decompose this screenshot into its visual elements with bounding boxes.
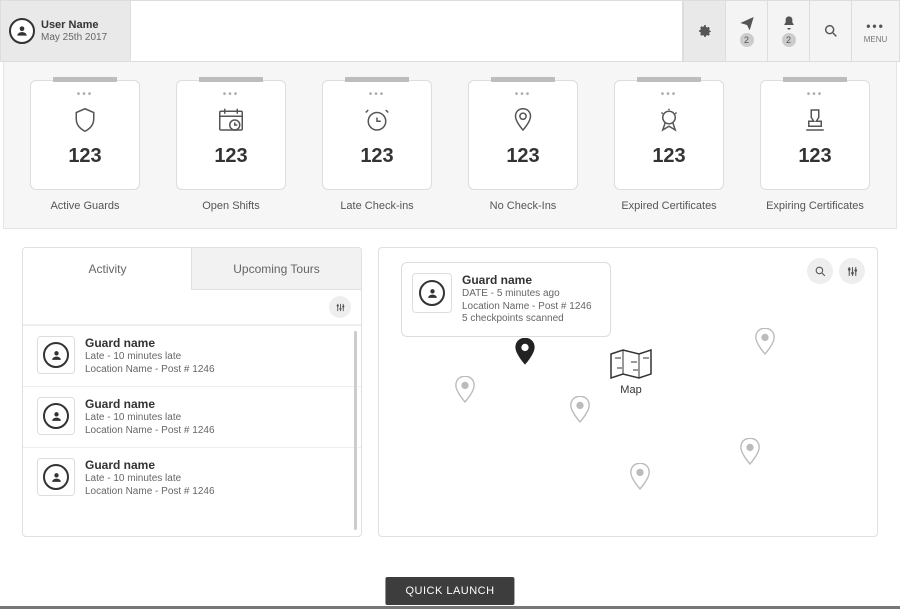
map-pin[interactable] [739, 438, 761, 471]
list-settings-button[interactable] [329, 296, 351, 318]
map-pin[interactable] [569, 396, 591, 429]
stat-value: 123 [652, 145, 685, 168]
settings-button[interactable] [683, 1, 725, 61]
map-label: Map [620, 384, 641, 396]
activity-tabs: Activity Upcoming Tours [23, 248, 361, 290]
activity-location: Location Name - Post # 1246 [85, 486, 215, 499]
calendar-clock-icon [216, 103, 246, 137]
stat-open-shifts[interactable]: ••• 123 Open Shifts [176, 80, 286, 212]
notifications-badge: 2 [782, 33, 796, 47]
stat-label: Active Guards [50, 200, 119, 212]
popup-location: Location Name - Post # 1246 [462, 301, 592, 314]
map-legend: Map [609, 348, 653, 396]
stat-label: Open Shifts [202, 200, 259, 212]
badge-icon [654, 103, 684, 137]
quick-launch-button[interactable]: QUICK LAUNCH [385, 577, 514, 605]
send-badge: 2 [740, 33, 754, 47]
stats-strip: ••• 123 Active Guards ••• 123 Open Shift… [3, 62, 897, 229]
sliders-icon [846, 265, 859, 278]
map-pin[interactable] [629, 463, 651, 496]
tab-upcoming-tours[interactable]: Upcoming Tours [191, 247, 362, 290]
stat-value: 123 [798, 145, 831, 168]
bottom-bar [0, 606, 900, 609]
map-popup-card[interactable]: Guard name DATE - 5 minutes ago Location… [401, 262, 611, 337]
activity-title: Guard name [85, 336, 215, 351]
activity-location: Location Name - Post # 1246 [85, 364, 215, 377]
person-icon [43, 342, 69, 368]
map-icon [609, 348, 653, 380]
activity-panel: Activity Upcoming Tours Guard name Late … [22, 247, 362, 537]
stamp-icon [800, 103, 830, 137]
person-icon [43, 403, 69, 429]
user-block[interactable]: User Name May 25th 2017 [1, 1, 131, 61]
stat-value: 123 [360, 145, 393, 168]
top-bar: User Name May 25th 2017 2 2 ••• MENU [0, 0, 900, 62]
stat-label: Expired Certificates [621, 200, 716, 212]
map-panel: Guard name DATE - 5 minutes ago Location… [378, 247, 878, 537]
activity-title: Guard name [85, 397, 215, 412]
list-item[interactable]: Guard name Late - 10 minutes late Locati… [23, 447, 361, 508]
tab-activity[interactable]: Activity [22, 247, 193, 290]
stat-label: No Check-Ins [490, 200, 557, 212]
map-pin[interactable] [454, 376, 476, 409]
search-icon [823, 23, 839, 39]
activity-location: Location Name - Post # 1246 [85, 425, 215, 438]
user-text: User Name May 25th 2017 [41, 19, 107, 42]
stat-label: Expiring Certificates [766, 200, 864, 212]
bell-icon [781, 15, 797, 31]
notifications-button[interactable]: 2 [767, 1, 809, 61]
body-area: Activity Upcoming Tours Guard name Late … [0, 229, 900, 537]
popup-time: DATE - 5 minutes ago [462, 288, 592, 301]
stat-expiring-certs[interactable]: ••• 123 Expiring Certificates [760, 80, 870, 212]
stat-active-guards[interactable]: ••• 123 Active Guards [30, 80, 140, 212]
activity-status: Late - 10 minutes late [85, 351, 215, 364]
shield-icon [70, 103, 100, 137]
stat-late-checkins[interactable]: ••• 123 Late Check-ins [322, 80, 432, 212]
map-pin[interactable] [754, 328, 776, 361]
list-item[interactable]: Guard name Late - 10 minutes late Locati… [23, 386, 361, 447]
stat-value: 123 [68, 145, 101, 168]
top-icons: 2 2 ••• MENU [683, 1, 899, 61]
alarm-clock-icon [362, 103, 392, 137]
stat-expired-certs[interactable]: ••• 123 Expired Certificates [614, 80, 724, 212]
activity-list[interactable]: Guard name Late - 10 minutes late Locati… [23, 324, 361, 536]
sliders-icon [335, 302, 346, 313]
menu-label: MENU [864, 35, 888, 44]
location-pin-icon [508, 103, 538, 137]
person-icon [419, 280, 445, 306]
search-button[interactable] [809, 1, 851, 61]
activity-status: Late - 10 minutes late [85, 473, 215, 486]
send-button[interactable]: 2 [725, 1, 767, 61]
activity-title: Guard name [85, 458, 215, 473]
person-icon [43, 464, 69, 490]
popup-checkpoints: 5 checkpoints scanned [462, 313, 592, 326]
map-filter-button[interactable] [839, 258, 865, 284]
user-avatar-icon [9, 18, 35, 44]
stat-value: 123 [214, 145, 247, 168]
list-item[interactable]: Guard name Late - 10 minutes late Locati… [23, 325, 361, 386]
top-search-area[interactable] [131, 1, 683, 61]
map-area[interactable]: Map [399, 338, 857, 526]
stat-value: 123 [506, 145, 539, 168]
gear-icon [697, 23, 713, 39]
map-search-button[interactable] [807, 258, 833, 284]
stat-label: Late Check-ins [340, 200, 413, 212]
user-name: User Name [41, 19, 107, 31]
send-icon [739, 15, 755, 31]
menu-dots-icon: ••• [866, 19, 885, 33]
stat-no-checkins[interactable]: ••• 123 No Check-Ins [468, 80, 578, 212]
menu-button[interactable]: ••• MENU [851, 1, 899, 61]
user-date: May 25th 2017 [41, 32, 107, 43]
map-pin-selected[interactable] [514, 338, 536, 371]
activity-status: Late - 10 minutes late [85, 412, 215, 425]
search-icon [814, 265, 827, 278]
popup-title: Guard name [462, 273, 592, 288]
